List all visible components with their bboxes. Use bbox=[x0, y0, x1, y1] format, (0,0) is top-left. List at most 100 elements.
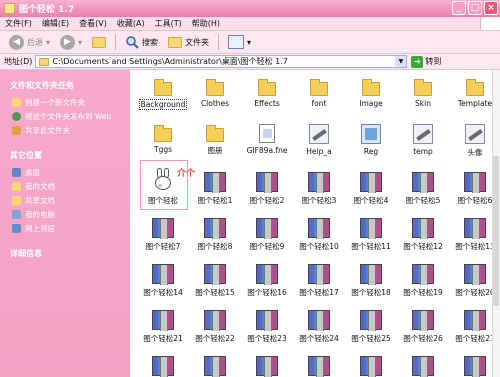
file-item[interactable]: 图个轻松19 bbox=[398, 256, 448, 302]
folder-item[interactable]: Effects bbox=[242, 72, 292, 118]
file-item[interactable]: 图个轻松16 bbox=[242, 256, 292, 302]
file-item[interactable]: 图个轻松17 bbox=[294, 256, 344, 302]
file-item[interactable] bbox=[138, 348, 188, 377]
file-item[interactable]: 图个轻松21 bbox=[138, 302, 188, 348]
other-places-title[interactable]: 其它位置 bbox=[10, 150, 122, 161]
forward-button[interactable]: ▶ ▾ bbox=[57, 34, 85, 51]
file-item[interactable]: 图个轻松9 bbox=[242, 210, 292, 256]
menu-tools[interactable]: 工具(T) bbox=[150, 18, 187, 29]
file-item[interactable]: 图个轻松7 bbox=[138, 210, 188, 256]
file-tasks-title[interactable]: 文件和文件夹任务 bbox=[10, 80, 122, 91]
item-label: Template bbox=[457, 99, 493, 108]
folder-item[interactable]: Tggs bbox=[138, 118, 188, 164]
place-network[interactable]: 网上邻居 bbox=[12, 223, 122, 234]
file-item[interactable]: 图个轻松26 bbox=[398, 302, 448, 348]
item-label: Effects bbox=[254, 99, 280, 108]
up-button[interactable] bbox=[89, 34, 109, 50]
file-item[interactable] bbox=[242, 348, 292, 377]
file-item[interactable]: 图个轻松11 bbox=[346, 210, 396, 256]
file-item[interactable]: 图个轻松5 bbox=[398, 164, 448, 210]
file-item[interactable]: temp bbox=[398, 118, 448, 164]
file-item[interactable]: 图个轻松3 bbox=[294, 164, 344, 210]
item-label: 图个轻松13 bbox=[455, 242, 495, 251]
archive-icon bbox=[152, 356, 174, 377]
file-icon bbox=[259, 124, 275, 143]
new-folder-icon bbox=[12, 98, 21, 107]
scrollbar-thumb[interactable] bbox=[493, 156, 499, 306]
file-item[interactable]: GIF89a.fne bbox=[242, 118, 292, 164]
go-button[interactable]: ➜ 转到 bbox=[411, 55, 441, 68]
chevron-down-icon: ▾ bbox=[247, 37, 252, 47]
views-icon bbox=[228, 35, 245, 49]
file-item[interactable] bbox=[190, 348, 240, 377]
annotation-text: 介个 bbox=[177, 169, 196, 179]
details-title[interactable]: 详细信息 bbox=[10, 248, 122, 259]
file-item[interactable]: 图个轻松23 bbox=[242, 302, 292, 348]
file-item[interactable] bbox=[398, 348, 448, 377]
file-item[interactable]: 图个轻松8 bbox=[190, 210, 240, 256]
publish-web-task[interactable]: 将这个文件夹发布到 Web bbox=[12, 111, 122, 122]
file-item[interactable] bbox=[294, 348, 344, 377]
item-label: 图个轻松22 bbox=[195, 334, 235, 343]
file-item[interactable]: 图个轻松1 bbox=[190, 164, 240, 210]
file-item[interactable]: 图个轻松25 bbox=[346, 302, 396, 348]
archive-icon bbox=[204, 172, 226, 193]
menu-help[interactable]: 帮助(H) bbox=[187, 18, 225, 29]
search-button[interactable]: 搜索 bbox=[122, 34, 161, 50]
item-label: Reg bbox=[363, 147, 379, 156]
folders-button[interactable]: 文件夹 bbox=[165, 34, 212, 50]
windows-logo-icon bbox=[480, 17, 500, 30]
place-shared-documents[interactable]: 共享文档 bbox=[12, 195, 122, 206]
maximize-button[interactable]: □ bbox=[468, 1, 482, 15]
folder-item[interactable]: Clothes bbox=[190, 72, 240, 118]
views-button[interactable]: ▾ bbox=[225, 34, 254, 50]
file-item[interactable]: 图个轻松18 bbox=[346, 256, 396, 302]
share-folder-task[interactable]: 共享此文件夹 bbox=[12, 125, 122, 136]
file-item[interactable]: Help_a bbox=[294, 118, 344, 164]
archive-icon bbox=[464, 356, 486, 377]
item-label: 图个轻松15 bbox=[195, 288, 235, 297]
archive-icon bbox=[256, 310, 278, 331]
file-item[interactable]: 图个轻松12 bbox=[398, 210, 448, 256]
vertical-scrollbar[interactable] bbox=[492, 70, 500, 377]
folder-item[interactable]: Background bbox=[138, 72, 188, 118]
file-item[interactable]: Reg bbox=[346, 118, 396, 164]
item-label: 图个轻松5 bbox=[405, 196, 441, 205]
task-label: 共享此文件夹 bbox=[25, 126, 70, 135]
folder-item[interactable]: 图册 bbox=[190, 118, 240, 164]
program-icon bbox=[413, 124, 433, 144]
folder-item[interactable]: Image bbox=[346, 72, 396, 118]
file-item[interactable]: 图个轻松22 bbox=[190, 302, 240, 348]
close-button[interactable]: × bbox=[484, 1, 498, 15]
archive-icon bbox=[204, 310, 226, 331]
file-item[interactable] bbox=[346, 348, 396, 377]
place-label: 我的文档 bbox=[25, 182, 55, 191]
menu-view[interactable]: 查看(V) bbox=[74, 18, 112, 29]
file-item[interactable]: 图个轻松15 bbox=[190, 256, 240, 302]
address-input[interactable]: C:\Documents and Settings\Administrator\… bbox=[35, 55, 408, 68]
item-label: temp bbox=[413, 147, 433, 156]
file-list-view: Background Clothes Effects font Image Skin Tem… bbox=[130, 70, 500, 377]
place-my-documents[interactable]: 我的文档 bbox=[12, 181, 122, 192]
search-label: 搜索 bbox=[142, 37, 159, 47]
file-item[interactable]: 图个轻松4 bbox=[346, 164, 396, 210]
item-label: 图个轻松10 bbox=[299, 242, 339, 251]
menu-file[interactable]: 文件(F) bbox=[0, 18, 37, 29]
menu-favorites[interactable]: 收藏(A) bbox=[112, 18, 150, 29]
file-item[interactable]: 图个轻松2 bbox=[242, 164, 292, 210]
place-my-computer[interactable]: 我的电脑 bbox=[12, 209, 122, 220]
globe-icon bbox=[12, 112, 21, 121]
new-folder-task[interactable]: 创建一个新文件夹 bbox=[12, 97, 122, 108]
folder-item[interactable]: Skin bbox=[398, 72, 448, 118]
address-label: 地址(D) bbox=[4, 57, 33, 66]
file-item[interactable]: 图个轻松14 bbox=[138, 256, 188, 302]
chevron-down-icon[interactable]: ▼ bbox=[395, 56, 407, 67]
file-item[interactable]: 图个轻松24 bbox=[294, 302, 344, 348]
menu-edit[interactable]: 编辑(E) bbox=[37, 18, 74, 29]
folder-item[interactable]: font bbox=[294, 72, 344, 118]
back-button[interactable]: ◀ 后退 ▾ bbox=[6, 34, 53, 51]
file-item[interactable]: 图个轻松10 bbox=[294, 210, 344, 256]
toolbar: ◀ 后退 ▾ ▶ ▾ 搜索 文件夹 ▾ bbox=[0, 31, 500, 54]
place-desktop[interactable]: 桌面 bbox=[12, 167, 122, 178]
minimize-button[interactable]: _ bbox=[452, 1, 466, 15]
